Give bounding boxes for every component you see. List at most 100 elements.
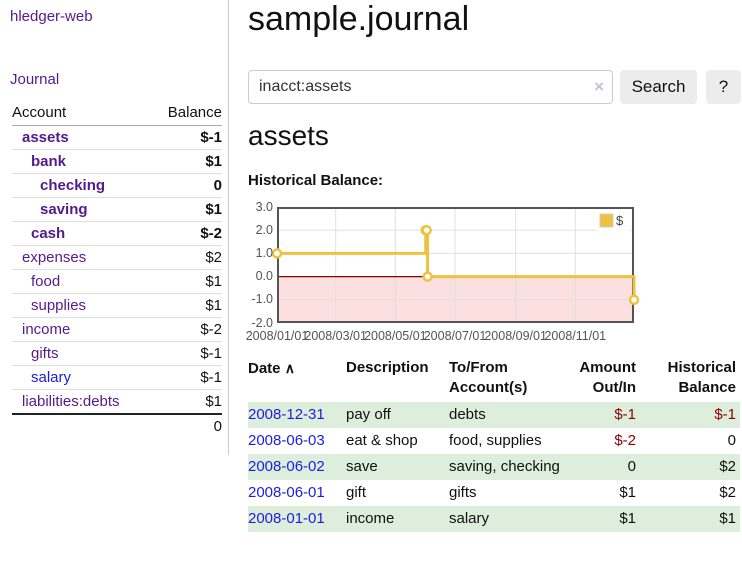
account-link-saving[interactable]: saving <box>40 201 88 218</box>
register-row: 2008-06-02savesaving, checking0$2 <box>248 454 740 480</box>
search-input[interactable] <box>248 70 613 104</box>
legend-label: $ <box>616 213 624 228</box>
register-header-date[interactable]: Date ∧ <box>248 358 346 402</box>
account-row: cash $-2 <box>12 222 222 246</box>
chart-title: Historical Balance: <box>248 172 383 189</box>
account-row: saving$1 <box>12 198 222 222</box>
transaction-amount: $1 <box>565 480 640 506</box>
account-link-checking[interactable]: checking <box>40 177 105 194</box>
data-point-marker <box>424 273 432 281</box>
transaction-date-link[interactable]: 2008-06-03 <box>248 432 325 449</box>
register-header-description: Description <box>346 358 449 402</box>
data-point-marker <box>423 226 431 234</box>
transaction-balance: $2 <box>640 480 740 506</box>
transaction-date-link[interactable]: 2008-06-01 <box>248 484 325 501</box>
account-balance: $-1 <box>152 342 222 366</box>
register-row: 2008-06-01 giftgifts$1$2 <box>248 480 740 506</box>
sort-ascending-icon: ∧ <box>285 360 295 376</box>
accounts-table: Account Balance assets $-1 bank $1 checking 0… <box>12 102 222 439</box>
transaction-date-link[interactable]: 2008-01-01 <box>248 510 325 527</box>
account-balance: $2 <box>152 246 222 270</box>
account-title: assets <box>248 120 329 152</box>
account-row: assets $-1 <box>12 126 222 150</box>
account-row: salary $-1 <box>12 366 222 390</box>
transaction-balance: 0 <box>640 428 740 454</box>
transaction-balance: $1 <box>640 506 740 532</box>
search-button[interactable]: Search <box>620 70 697 104</box>
register-header-balance: Historical Balance <box>640 358 740 402</box>
account-link-gifts[interactable]: gifts <box>31 345 59 362</box>
account-balance: $-2 <box>152 318 222 342</box>
account-row: expenses $2 <box>12 246 222 270</box>
accounts-total-balance: 0 <box>152 414 222 439</box>
account-link-salary[interactable]: salary <box>31 369 71 386</box>
data-point-marker <box>630 296 638 304</box>
transaction-amount: $-2 <box>565 428 640 454</box>
clear-search-icon[interactable]: × <box>594 77 604 97</box>
sidebar: hledger-web Journal Account Balance asse… <box>0 0 229 455</box>
y-axis-tick-label: -1.0 <box>243 292 273 307</box>
account-balance: $1 <box>152 150 222 174</box>
account-row: bank $1 <box>12 150 222 174</box>
register-row: 2008-01-01incomesalary$1$1 <box>248 506 740 532</box>
y-axis-tick-label: 2.0 <box>243 223 273 238</box>
page-title: sample.journal <box>248 0 469 40</box>
account-balance: $-1 <box>152 366 222 390</box>
hledger-web-app: hledger-web Journal Account Balance asse… <box>0 0 742 582</box>
account-link-assets[interactable]: assets <box>22 129 69 146</box>
account-row: supplies $1 <box>12 294 222 318</box>
account-link-cash[interactable]: cash <box>31 225 65 242</box>
account-balance: $-2 <box>152 222 222 246</box>
account-row: income $-2 <box>12 318 222 342</box>
search-box: × <box>248 70 613 104</box>
account-balance: $1 <box>152 270 222 294</box>
transaction-accounts: saving, checking <box>449 454 565 480</box>
account-balance: 0 <box>152 174 222 198</box>
account-row: gifts $-1 <box>12 342 222 366</box>
data-point-marker <box>273 249 281 257</box>
transaction-description: eat & shop <box>346 428 449 454</box>
register-header-amount: Amount Out/In <box>565 358 640 402</box>
accounts-header-account: Account <box>12 102 152 126</box>
y-axis-tick-label: 3.0 <box>243 200 273 215</box>
register-header-accounts: To/From Account(s) <box>449 358 565 402</box>
x-axis-tick-label: 2008/11/01 <box>539 329 611 343</box>
transaction-accounts: salary <box>449 506 565 532</box>
y-axis-tick-label: 0.0 <box>243 269 273 284</box>
accounts-total-spacer <box>12 414 152 439</box>
account-link-expenses[interactable]: expenses <box>22 249 86 266</box>
account-link-bank[interactable]: bank <box>31 153 66 170</box>
transaction-accounts: debts <box>449 402 565 428</box>
account-link-supplies[interactable]: supplies <box>31 297 86 314</box>
account-balance: $-1 <box>152 126 222 150</box>
transaction-accounts: gifts <box>449 480 565 506</box>
transaction-date-link[interactable]: 2008-06-02 <box>248 458 325 475</box>
register-row: 2008-12-31pay offdebts$-1$-1 <box>248 402 740 428</box>
nav-journal-link[interactable]: Journal <box>10 71 59 88</box>
account-balance: $1 <box>152 390 222 415</box>
account-link-income[interactable]: income <box>22 321 70 338</box>
accounts-header-balance: Balance <box>152 102 222 126</box>
transaction-balance: $2 <box>640 454 740 480</box>
transaction-date-link[interactable]: 2008-12-31 <box>248 406 325 423</box>
account-row: food $1 <box>12 270 222 294</box>
account-link-food[interactable]: food <box>31 273 60 290</box>
transaction-description: income <box>346 506 449 532</box>
legend-swatch <box>600 214 613 227</box>
register-row: 2008-06-03 eat & shopfood, supplies$-20 <box>248 428 740 454</box>
transaction-accounts: food, supplies <box>449 428 565 454</box>
transaction-amount: $-1 <box>565 402 640 428</box>
account-link-liabilities-debts[interactable]: liabilities:debts <box>22 393 120 410</box>
account-balance: $1 <box>152 294 222 318</box>
historical-balance-chart: $ 3.02.01.00.0-1.0-2.02008/01/012008/03/… <box>248 200 742 348</box>
chart-plot-area: $ <box>277 207 634 323</box>
y-axis-tick-label: 1.0 <box>243 246 273 261</box>
help-button[interactable]: ? <box>706 70 741 104</box>
transaction-description: pay off <box>346 402 449 428</box>
account-row: checking 0 <box>12 174 222 198</box>
transaction-description: gift <box>346 480 449 506</box>
transaction-balance: $-1 <box>640 402 740 428</box>
app-brand-link[interactable]: hledger-web <box>10 8 93 25</box>
transaction-amount: $1 <box>565 506 640 532</box>
transaction-description: save <box>346 454 449 480</box>
